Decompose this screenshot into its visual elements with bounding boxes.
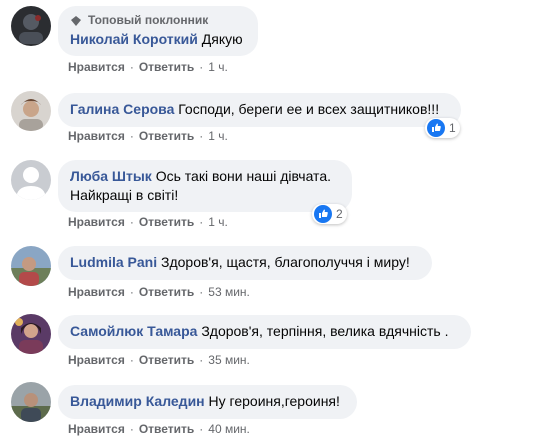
comment-actions: Нравится · Ответить · 1 ч.: [68, 60, 228, 74]
comment-actions: Нравится · Ответить · 53 мин.: [68, 285, 250, 299]
comment-text: Господи, береги ее и всех защитников!!!: [178, 101, 440, 117]
separator-dot: ·: [199, 285, 204, 299]
comment-bubble: Люба Штык Ось такі вони наші дівчата. На…: [58, 160, 352, 212]
separator-dot: ·: [129, 285, 134, 299]
separator-dot: ·: [199, 129, 204, 143]
separator-dot: ·: [129, 353, 134, 367]
author-name[interactable]: Николай Короткий: [70, 31, 198, 47]
avatar[interactable]: [11, 160, 51, 200]
separator-dot: ·: [199, 60, 204, 74]
separator-dot: ·: [129, 215, 134, 229]
comment-text-line-2: Найкращі в світі!: [70, 187, 179, 203]
comment-text: Здоров'я, терпіння, велика вдячність .: [201, 323, 449, 339]
like-link[interactable]: Нравится: [68, 60, 125, 74]
badge-label: Топовый поклонник: [88, 13, 209, 27]
comment-bubble: Ludmila Pani Здоров'я, щастя, благополуч…: [58, 246, 432, 280]
comment-text: Ось такі вони наші дівчата.: [155, 168, 331, 184]
comment-bubble: Галина Серова Господи, береги ее и всех …: [58, 93, 461, 127]
reaction-count[interactable]: 1: [425, 118, 460, 138]
avatar[interactable]: [11, 382, 51, 422]
like-reaction-icon: [427, 119, 445, 137]
top-fan-badge: Топовый поклонник: [70, 13, 246, 28]
reply-link[interactable]: Ответить: [139, 60, 194, 74]
separator-dot: ·: [129, 129, 134, 143]
avatar[interactable]: [11, 6, 51, 46]
comment-text: Дякую: [201, 31, 243, 47]
timestamp[interactable]: 35 мин.: [208, 353, 250, 367]
timestamp[interactable]: 40 мин.: [208, 422, 250, 436]
author-name[interactable]: Галина Серова: [70, 101, 174, 117]
comment-actions: Нравится · Ответить · 1 ч.: [68, 129, 228, 143]
diamond-icon: [71, 15, 81, 26]
comment-bubble: Владимир Каледин Ну героиня,героиня!: [58, 385, 357, 419]
separator-dot: ·: [129, 60, 134, 74]
like-reaction-icon: [314, 205, 332, 223]
timestamp[interactable]: 1 ч.: [208, 60, 228, 74]
timestamp[interactable]: 53 мин.: [208, 285, 250, 299]
separator-dot: ·: [129, 422, 134, 436]
comment-bubble: Топовый поклонник Николай Короткий Дякую: [58, 6, 258, 56]
reply-link[interactable]: Ответить: [139, 353, 194, 367]
comment-text: Ну героиня,героиня!: [208, 393, 340, 409]
timestamp[interactable]: 1 ч.: [208, 215, 228, 229]
reaction-number: 1: [449, 121, 456, 135]
reaction-number: 2: [336, 207, 343, 221]
comment-actions: Нравится · Ответить · 1 ч.: [68, 215, 228, 229]
timestamp[interactable]: 1 ч.: [208, 129, 228, 143]
author-name[interactable]: Самойлюк Тамара: [70, 323, 197, 339]
like-link[interactable]: Нравится: [68, 129, 125, 143]
author-name[interactable]: Ludmila Pani: [70, 254, 157, 270]
separator-dot: ·: [199, 422, 204, 436]
comment-bubble: Самойлюк Тамара Здоров'я, терпіння, вели…: [58, 315, 471, 349]
avatar[interactable]: [11, 314, 51, 354]
reply-link[interactable]: Ответить: [139, 285, 194, 299]
avatar[interactable]: [11, 246, 51, 286]
author-name[interactable]: Владимир Каледин: [70, 393, 205, 409]
like-link[interactable]: Нравится: [68, 215, 125, 229]
reply-link[interactable]: Ответить: [139, 215, 194, 229]
like-link[interactable]: Нравится: [68, 422, 125, 436]
comment-actions: Нравится · Ответить · 40 мин.: [68, 422, 250, 436]
comment-actions: Нравится · Ответить · 35 мин.: [68, 353, 250, 367]
avatar[interactable]: [11, 91, 51, 131]
reply-link[interactable]: Ответить: [139, 129, 194, 143]
separator-dot: ·: [199, 215, 204, 229]
like-link[interactable]: Нравится: [68, 285, 125, 299]
author-name[interactable]: Люба Штык: [70, 168, 152, 184]
reply-link[interactable]: Ответить: [139, 422, 194, 436]
reaction-count[interactable]: 2: [312, 204, 347, 224]
like-link[interactable]: Нравится: [68, 353, 125, 367]
comment-text: Здоров'я, щастя, благополуччя і миру!: [161, 254, 410, 270]
separator-dot: ·: [199, 353, 204, 367]
